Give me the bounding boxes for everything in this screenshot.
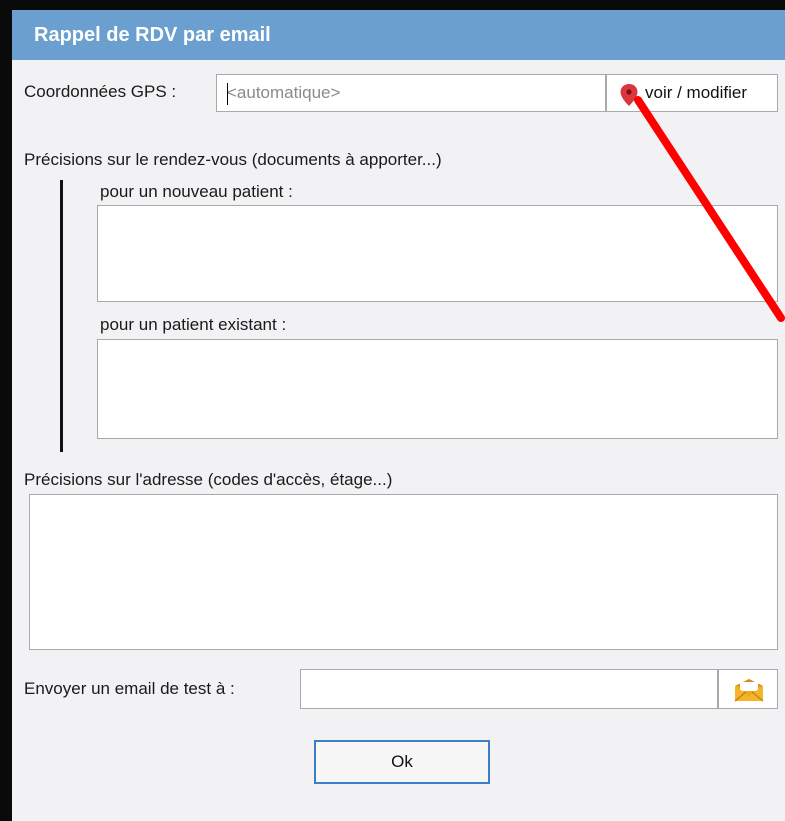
reminder-dialog: Rappel de RDV par email Coordonnées GPS … bbox=[12, 10, 785, 821]
existing-patient-textarea[interactable] bbox=[97, 339, 778, 439]
gps-placeholder: <automatique> bbox=[227, 83, 341, 102]
view-modify-gps-button[interactable]: voir / modifier bbox=[606, 74, 778, 112]
test-email-label: Envoyer un email de test à : bbox=[24, 679, 235, 698]
existing-patient-label: pour un patient existant : bbox=[100, 315, 287, 334]
test-email-input[interactable] bbox=[300, 669, 718, 709]
gps-label: Coordonnées GPS : bbox=[24, 82, 177, 101]
text-caret bbox=[227, 83, 228, 105]
new-patient-label: pour un nouveau patient : bbox=[100, 182, 293, 201]
ok-button[interactable]: Ok bbox=[314, 740, 490, 784]
appointment-section-label: Précisions sur le rendez-vous (documents… bbox=[24, 150, 442, 169]
dialog-title: Rappel de RDV par email bbox=[12, 10, 785, 60]
address-textarea[interactable] bbox=[29, 494, 778, 650]
address-label: Précisions sur l'adresse (codes d'accès,… bbox=[24, 470, 393, 489]
new-patient-textarea[interactable] bbox=[97, 205, 778, 302]
view-modify-label: voir / modifier bbox=[645, 83, 748, 102]
send-test-email-button[interactable] bbox=[718, 669, 778, 709]
map-pin-icon bbox=[619, 83, 639, 120]
gps-input[interactable]: <automatique> bbox=[216, 74, 606, 112]
section-indent-bar bbox=[60, 180, 63, 452]
